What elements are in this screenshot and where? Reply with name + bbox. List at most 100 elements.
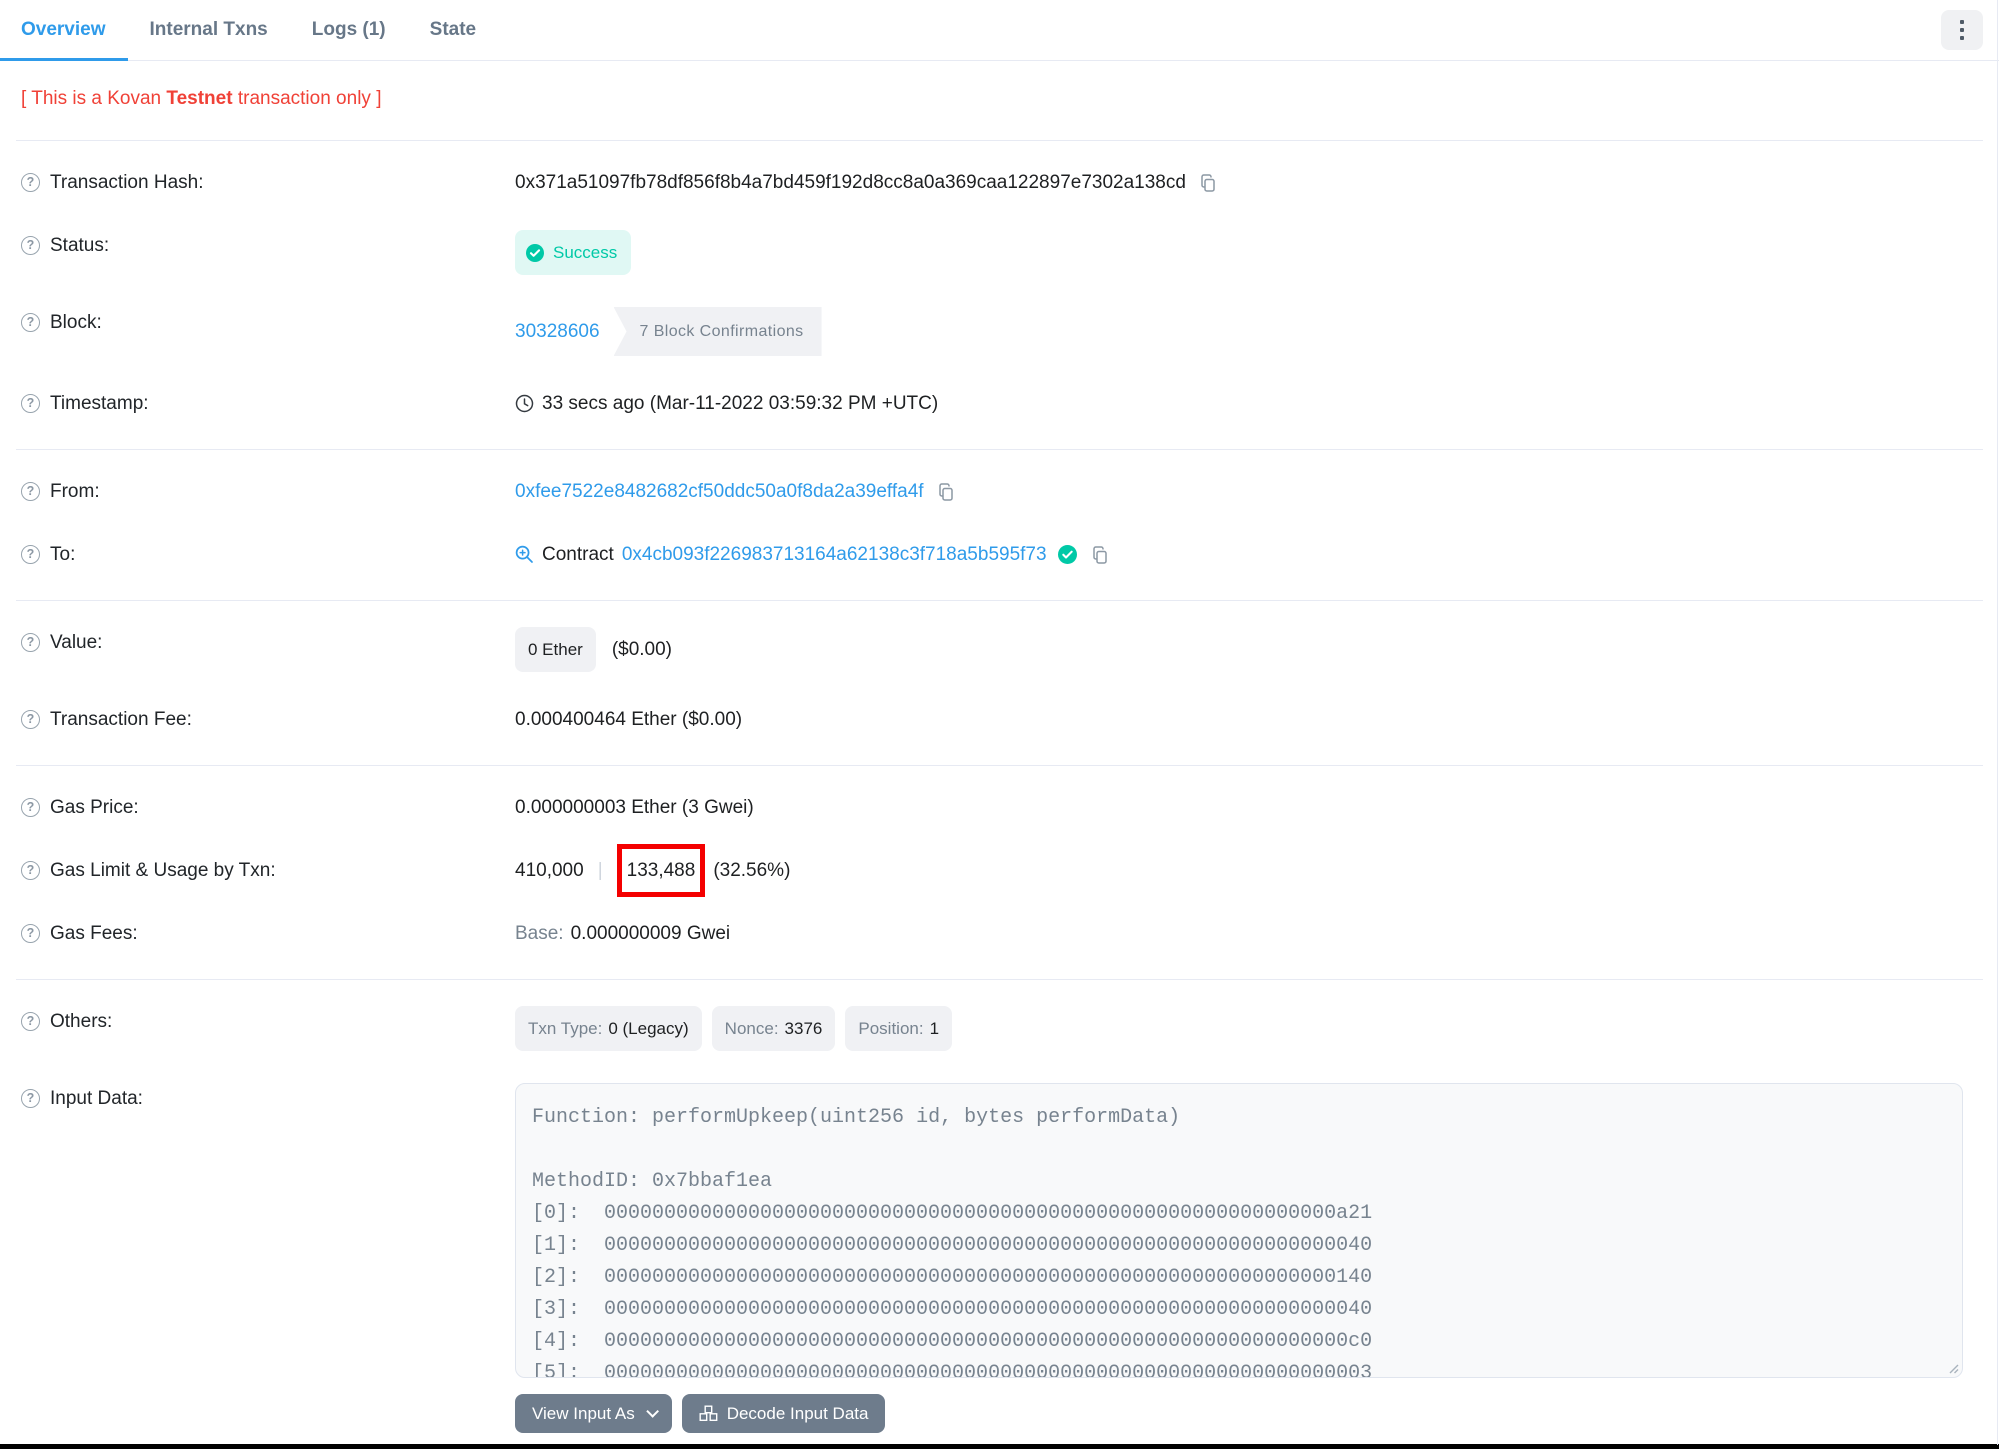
input-word-line: [3]: 000000000000000000000000000000000000… [532,1298,1373,1321]
transaction-fee-value: 0.000400464 Ether ($0.00) [515,709,743,730]
to-address-link[interactable]: 0x4cb093f226983713164a62138c3f718a5b595f… [622,539,1047,570]
gas-used-annotation-box: 133,488 [616,844,706,897]
gas-used-percentage: (32.56%) [713,860,791,881]
gas-used-value: 133,488 [626,860,696,881]
clock-icon [515,394,534,413]
row-others: ? Others: Txn Type: 0 (Legacy) Nonce: 33… [16,990,1983,1067]
verified-check-icon [1057,545,1077,564]
input-data-label: Input Data: [50,1088,143,1109]
from-address-link[interactable]: 0xfee7522e8482682cf50ddc50a0f8da2a39effa… [515,476,924,507]
input-function-line: Function: performUpkeep(uint256 id, byte… [532,1106,1181,1129]
help-icon[interactable]: ? [21,394,40,413]
section-hash-status-block-time: ? Transaction Hash: 0x371a51097fb78df856… [16,141,1983,450]
help-icon[interactable]: ? [21,482,40,501]
input-word-line: [0]: 000000000000000000000000000000000000… [532,1202,1373,1225]
testnet-notice-bold: Testnet [166,88,233,109]
input-methodid-line: MethodID: 0x7bbaf1ea [532,1170,773,1193]
row-status: ? Status: Success [16,214,1983,291]
input-word-line: [1]: 000000000000000000000000000000000000… [532,1234,1373,1257]
row-block: ? Block: 30328606 7 Block Confirmations [16,291,1983,372]
gas-separator: | [597,860,603,881]
tab-logs[interactable]: Logs (1) [290,0,408,61]
position-value: 1 [929,1019,940,1038]
section-others-input: ? Others: Txn Type: 0 (Legacy) Nonce: 33… [16,980,1983,1452]
help-icon[interactable]: ? [21,710,40,729]
block-confirmations-badge: 7 Block Confirmations [613,307,822,356]
row-gas-price: ? Gas Price: 0.000000003 Ether (3 Gwei) [16,776,1983,839]
input-word-line: [4]: 000000000000000000000000000000000000… [532,1330,1373,1353]
help-icon[interactable]: ? [21,861,40,880]
window-right-edge [1997,0,1998,1445]
help-icon[interactable]: ? [21,798,40,817]
tab-state[interactable]: State [408,0,498,61]
input-word-line: [5]: 000000000000000000000000000000000000… [532,1362,1373,1378]
row-transaction-hash: ? Transaction Hash: 0x371a51097fb78df856… [16,151,1983,214]
gas-limit-usage-label: Gas Limit & Usage by Txn: [50,860,276,881]
check-circle-icon [526,243,544,262]
help-icon[interactable]: ? [21,313,40,332]
others-label: Others: [50,1011,113,1032]
view-input-as-button[interactable]: View Input As [515,1394,672,1433]
decode-input-data-label: Decode Input Data [726,1403,869,1423]
gas-fees-base-label: Base: [515,923,564,944]
decode-input-data-button[interactable]: Decode Input Data [681,1394,886,1433]
input-word-line: [2]: 000000000000000000000000000000000000… [532,1266,1373,1289]
status-text: Success [553,243,618,262]
gas-fees-base-value: 0.000000009 Gwei [570,923,731,944]
transaction-fee-label: Transaction Fee: [50,709,192,730]
position-label: Position: [858,1019,924,1038]
row-gas-limit-usage: ? Gas Limit & Usage by Txn: 410,000 | 13… [16,839,1983,902]
resize-handle-icon[interactable] [1946,1361,1959,1374]
from-label: From: [50,481,100,502]
copy-icon[interactable] [1090,545,1110,565]
to-label: To: [50,544,76,565]
row-timestamp: ? Timestamp: 33 secs ago (Mar-11-2022 03… [16,372,1983,435]
row-input-data: ? Input Data: Function: performUpkeep(ui… [16,1067,1983,1449]
chevron-down-icon [645,1405,659,1418]
transaction-hash-label: Transaction Hash: [50,172,204,193]
copy-icon[interactable] [1198,173,1218,193]
row-gas-fees: ? Gas Fees: Base: 0.000000009 Gwei [16,902,1983,965]
txn-type-value: 0 (Legacy) [608,1019,689,1038]
transaction-hash-value: 0x371a51097fb78df856f8b4a7bd459f192d8cc8… [515,172,1186,193]
value-badge: 0 Ether [515,627,596,672]
tab-overview[interactable]: Overview [0,0,128,61]
value-label: Value: [50,632,103,653]
help-icon[interactable]: ? [21,236,40,255]
status-label: Status: [50,235,110,256]
help-icon[interactable]: ? [21,1012,40,1031]
more-options-button[interactable] [1941,10,1983,50]
txn-type-badge: Txn Type: 0 (Legacy) [515,1006,702,1051]
timestamp-value: 33 secs ago (Mar-11-2022 03:59:32 PM +UT… [542,393,939,414]
copy-icon[interactable] [936,482,956,502]
help-icon[interactable]: ? [21,1089,40,1108]
block-label: Block: [50,312,102,333]
section-value-fee: ? Value: 0 Ether ($0.00) ? Transaction F… [16,601,1983,766]
window-bottom-edge [0,1444,1999,1449]
nonce-value: 3376 [784,1019,823,1038]
tab-internal-txns[interactable]: Internal Txns [128,0,290,61]
section-from-to: ? From: 0xfee7522e8482682cf50ddc50a0f8da… [16,450,1983,601]
to-contract-label: Contract [542,544,614,565]
help-icon[interactable]: ? [21,545,40,564]
txn-type-label: Txn Type: [528,1019,603,1038]
help-icon[interactable]: ? [21,173,40,192]
testnet-notice-prefix: [ This is a Kovan [21,88,167,109]
input-data-textarea[interactable]: Function: performUpkeep(uint256 id, byte… [515,1083,1963,1378]
help-icon[interactable]: ? [21,633,40,652]
row-to: ? To: Contract 0x4cb093f226983713164a621… [16,523,1983,586]
view-input-as-label: View Input As [532,1403,635,1423]
zoom-in-icon[interactable] [515,545,534,564]
section-gas: ? Gas Price: 0.000000003 Ether (3 Gwei) … [16,766,1983,980]
help-icon[interactable]: ? [21,924,40,943]
tab-bar: Overview Internal Txns Logs (1) State [0,0,1999,61]
row-transaction-fee: ? Transaction Fee: 0.000400464 Ether ($0… [16,688,1983,751]
testnet-notice-suffix: transaction only ] [232,88,382,109]
row-from: ? From: 0xfee7522e8482682cf50ddc50a0f8da… [16,460,1983,523]
gas-limit-value: 410,000 [515,860,584,881]
position-badge: Position: 1 [845,1006,953,1051]
timestamp-label: Timestamp: [50,393,149,414]
block-number-link[interactable]: 30328606 [515,316,600,347]
testnet-notice: [ This is a Kovan Testnet transaction on… [0,61,1999,140]
gas-price-value: 0.000000003 Ether (3 Gwei) [515,797,754,818]
